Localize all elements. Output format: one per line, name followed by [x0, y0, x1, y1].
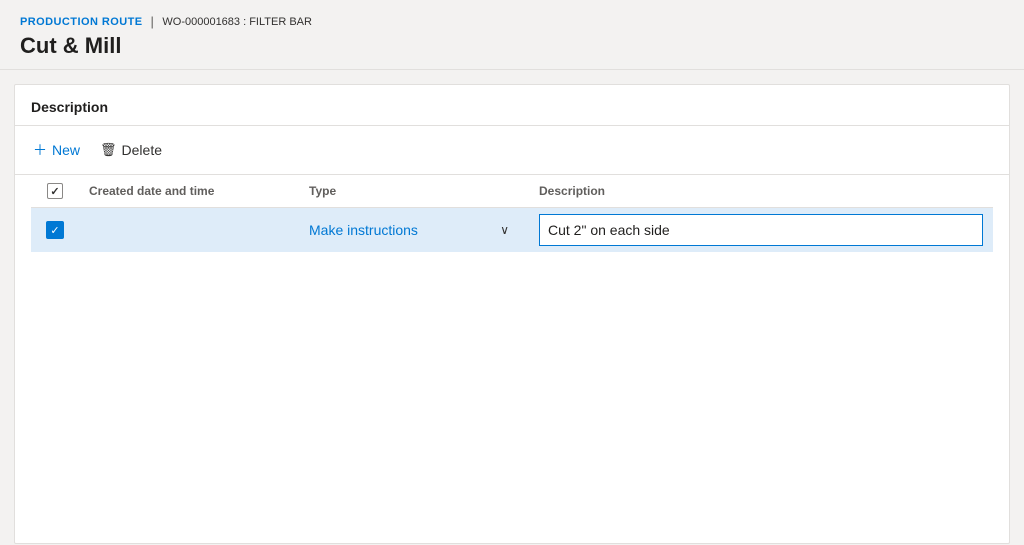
table-row[interactable]: ✓ Make instructions ∨ — [31, 208, 993, 253]
col-header-type: Type — [299, 175, 529, 208]
delete-button[interactable]: 🗑 Delete — [98, 138, 164, 162]
breadcrumb-wo-ref[interactable]: WO-000001683 : FILTER BAR — [162, 16, 312, 28]
breadcrumb: PRODUCTION ROUTE | WO-000001683 : FILTER… — [20, 14, 1004, 29]
header-area: PRODUCTION ROUTE | WO-000001683 : FILTER… — [0, 0, 1024, 70]
table-container: ✓ Created date and time Type Description — [15, 175, 1009, 252]
row-checkbox-selected[interactable]: ✓ — [46, 221, 64, 239]
row-created-date — [79, 208, 299, 253]
chevron-down-icon: ∨ — [500, 223, 509, 237]
breadcrumb-separator: | — [151, 14, 155, 29]
breadcrumb-production-route[interactable]: PRODUCTION ROUTE — [20, 16, 143, 28]
col-header-description: Description — [529, 175, 993, 208]
type-dropdown[interactable]: Make instructions ∨ — [309, 222, 509, 238]
new-button-label: New — [52, 142, 80, 158]
description-input[interactable] — [539, 214, 983, 246]
toolbar: ＋ New 🗑 Delete — [15, 126, 1009, 175]
plus-icon: ＋ — [33, 140, 47, 160]
type-dropdown-value: Make instructions — [309, 222, 418, 238]
page-title: Cut & Mill — [20, 33, 1004, 59]
table-header-row: ✓ Created date and time Type Description — [31, 175, 993, 208]
main-content-card: Description ＋ New 🗑 Delete ✓ Created dat… — [14, 84, 1010, 544]
description-table: ✓ Created date and time Type Description — [31, 175, 993, 252]
delete-button-label: Delete — [122, 142, 162, 158]
section-header: Description — [15, 85, 1009, 126]
section-title: Description — [31, 99, 108, 115]
header-checkbox[interactable]: ✓ — [47, 183, 63, 199]
new-button[interactable]: ＋ New — [31, 136, 82, 164]
col-header-created-date: Created date and time — [79, 175, 299, 208]
row-description-cell[interactable] — [529, 208, 993, 253]
row-type-cell[interactable]: Make instructions ∨ — [299, 208, 529, 253]
row-check-cell[interactable]: ✓ — [31, 208, 79, 253]
col-header-check[interactable]: ✓ — [31, 175, 79, 208]
trash-icon: 🗑 — [100, 142, 117, 158]
